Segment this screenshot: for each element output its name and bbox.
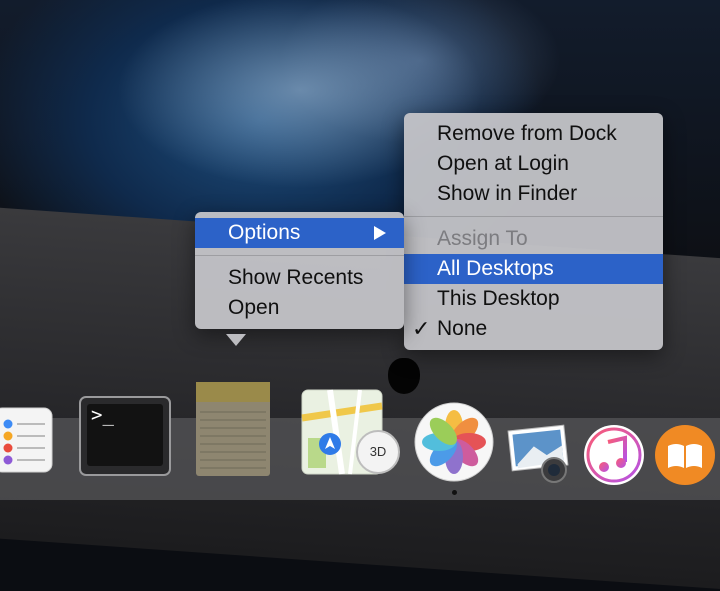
menu-item-label: This Desktop: [437, 287, 560, 310]
reminders-icon[interactable]: [0, 406, 56, 474]
options-submenu: Remove from Dock Open at Login Show in F…: [404, 113, 663, 350]
menu-separator: [195, 255, 404, 256]
terminal-icon[interactable]: >_: [79, 396, 171, 476]
submenu-arrow-icon: [374, 226, 386, 240]
menu-item-label: None: [437, 317, 488, 340]
dock-context-menu: Options Show Recents Open: [195, 212, 404, 329]
iphoto-icon[interactable]: [506, 418, 576, 488]
menu-item-remove-from-dock[interactable]: Remove from Dock: [404, 119, 663, 149]
maps-icon[interactable]: 3D: [300, 388, 406, 482]
menu-item-show-recents[interactable]: Show Recents: [195, 263, 404, 293]
menu-item-label: Remove from Dock: [437, 122, 617, 145]
maps-3d-badge: 3D: [369, 444, 387, 459]
menu-pointer: [226, 334, 246, 346]
menu-item-none[interactable]: ✓ None: [404, 314, 663, 344]
ibooks-icon[interactable]: [654, 424, 716, 486]
photos-icon[interactable]: [414, 402, 494, 482]
terminal-prompt: >_: [91, 404, 114, 426]
menu-item-this-desktop[interactable]: This Desktop: [404, 284, 663, 314]
running-indicator: [452, 490, 457, 495]
menu-item-all-desktops[interactable]: All Desktops: [404, 254, 663, 284]
menu-item-label: Options: [228, 221, 301, 244]
itunes-icon[interactable]: [583, 424, 645, 486]
menu-separator: [404, 216, 663, 217]
menu-item-label: All Desktops: [437, 257, 554, 280]
menu-item-label: Show in Finder: [437, 182, 578, 205]
menu-item-label: Show Recents: [228, 266, 364, 289]
menu-heading-assign-to: Assign To: [404, 224, 663, 254]
menu-item-open[interactable]: Open: [195, 293, 404, 323]
menu-item-show-in-finder[interactable]: Show in Finder: [404, 179, 663, 209]
menu-item-open-at-login[interactable]: Open at Login: [404, 149, 663, 179]
notes-icon[interactable]: [194, 380, 272, 478]
menu-item-options[interactable]: Options: [195, 218, 404, 248]
checkmark-icon: ✓: [412, 316, 431, 341]
menu-heading-label: Assign To: [437, 227, 528, 250]
menu-item-label: Open at Login: [437, 152, 569, 175]
menu-item-label: Open: [228, 296, 280, 319]
